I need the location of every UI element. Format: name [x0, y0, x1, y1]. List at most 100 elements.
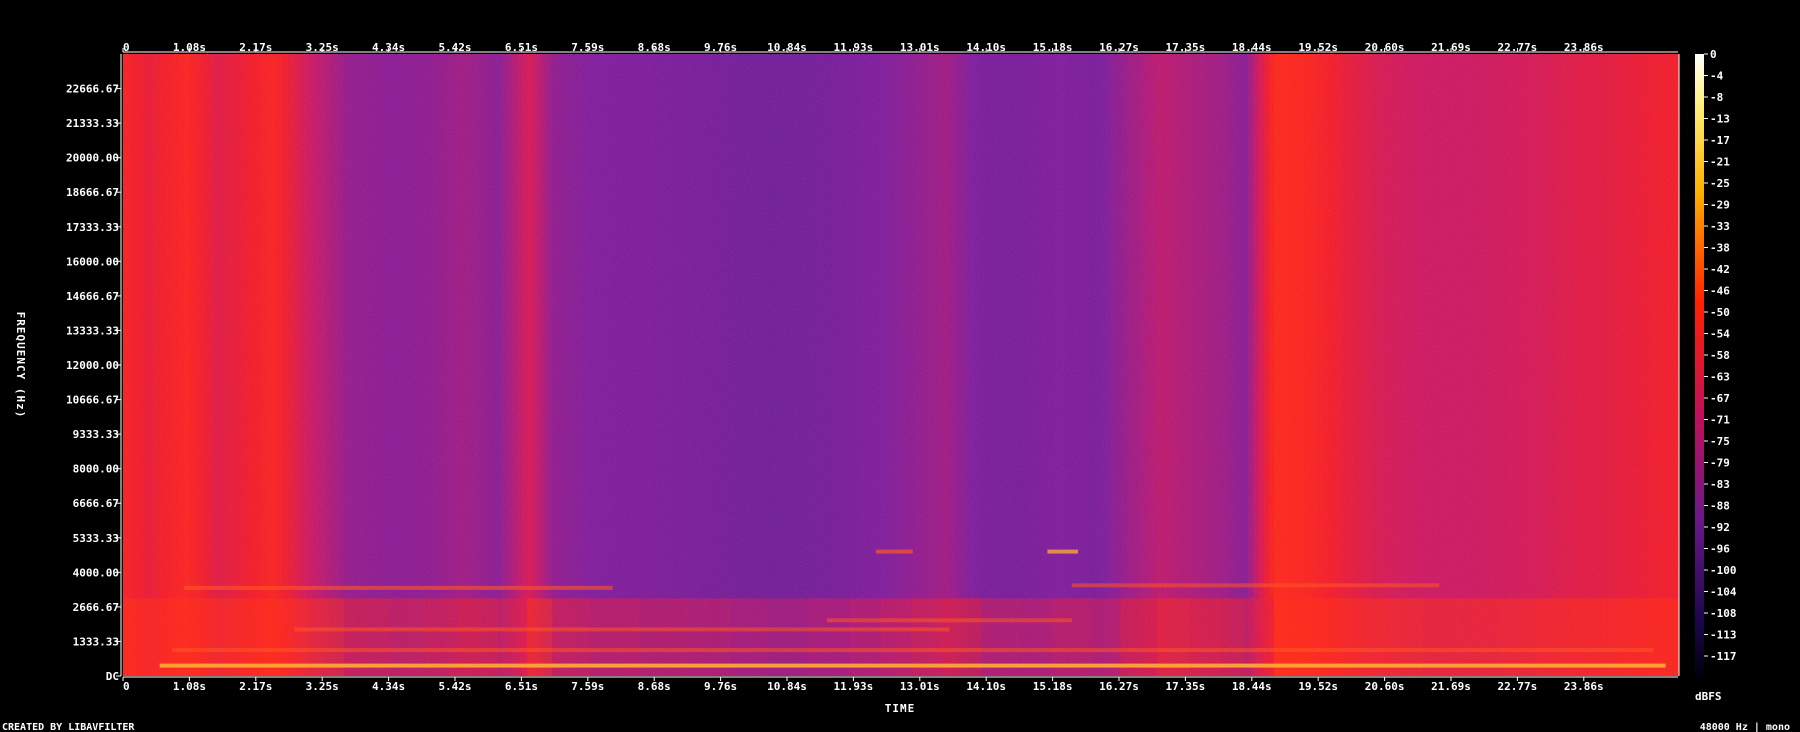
colorbar-tick-label: -42: [1710, 263, 1730, 276]
x-tick-label-top: 17.35s: [1166, 41, 1206, 54]
y-tick-label: 13333.33: [66, 324, 119, 337]
x-tick-label-bottom: 20.60s: [1365, 680, 1405, 693]
y-tick-label: 22666.67: [66, 83, 119, 96]
y-tick-label: 8000.00: [73, 463, 119, 476]
x-tick-label-bottom: 23.86s: [1564, 680, 1604, 693]
colorbar-tick-label: -100: [1710, 564, 1737, 577]
colorbar-tick-label: -71: [1710, 414, 1730, 427]
y-tick-labels: DC 1333.33 2666.67 4000.00 5333.33 6666.67 800…: [66, 83, 121, 683]
colorbar-tick-label: -104: [1710, 586, 1737, 599]
colorbar-tick-label: -92: [1710, 521, 1730, 534]
colorbar-label: dBFS: [1695, 690, 1722, 703]
colorbar-tick-label: -38: [1710, 242, 1730, 255]
x-tick-label-bottom: 9.76s: [704, 680, 737, 693]
x-tick-label-top: 5.42s: [438, 41, 471, 54]
y-tick-label: 10666.67: [66, 394, 119, 407]
colorbar-tick-label: -13: [1710, 113, 1730, 126]
colorbar: [1695, 54, 1704, 676]
colorbar-tick-label: -46: [1710, 285, 1730, 298]
x-tick-label-top: 2.17s: [239, 41, 272, 54]
y-tick-label: 6666.67: [73, 497, 119, 510]
x-tick-label-bottom: 3.25s: [306, 680, 339, 693]
y-tick-label: 4000.00: [73, 566, 119, 579]
x-tick-label-bottom: 21.69s: [1431, 680, 1471, 693]
y-tick-label: 9333.33: [73, 428, 119, 441]
x-tick-label-bottom: 13.01s: [900, 680, 940, 693]
x-tick-label-bottom: 2.17s: [239, 680, 272, 693]
x-tick-label-top: 19.52s: [1298, 41, 1338, 54]
y-tick-label: 2666.67: [73, 601, 119, 614]
x-tick-label-bottom: 6.51s: [505, 680, 538, 693]
y-tick-label: 21333.33: [66, 117, 119, 130]
colorbar-tick-label: -54: [1710, 328, 1730, 341]
x-tick-label-bottom: 15.18s: [1033, 680, 1073, 693]
spectrogram-figure: 0 1.08s 2.17s 3.25s 4.34s 5.42s 6.51s 7.59s 8.68…: [2, 41, 1790, 732]
x-tick-label-top: 23.86s: [1564, 41, 1604, 54]
x-tick-label-bottom: 0: [123, 680, 130, 693]
x-tick-label-top: 3.25s: [306, 41, 339, 54]
x-tick-label-top: 8.68s: [638, 41, 671, 54]
y-tick-label: DC: [106, 670, 119, 683]
colorbar-tick-label: -21: [1710, 156, 1730, 169]
x-tick-label-top: 1.08s: [173, 41, 206, 54]
x-tick-label-bottom: 8.68s: [638, 680, 671, 693]
colorbar-tick-label: 0: [1710, 48, 1717, 61]
colorbar-tick-label: -50: [1710, 306, 1730, 319]
x-tick-label-top: 15.18s: [1033, 41, 1073, 54]
colorbar-tick-label: -17: [1710, 134, 1730, 147]
colorbar-tick-label: -96: [1710, 543, 1730, 556]
x-tick-label-bottom: 22.77s: [1498, 680, 1538, 693]
colorbar-tick-label: -83: [1710, 478, 1730, 491]
x-tick-label-bottom: 1.08s: [173, 680, 206, 693]
x-tick-label-top: 7.59s: [571, 41, 604, 54]
noise-texture: [123, 54, 1678, 676]
x-tick-label-top: 21.69s: [1431, 41, 1471, 54]
y-axis-label: FREQUENCY (Hz): [14, 312, 27, 419]
x-tick-label-top: 10.84s: [767, 41, 807, 54]
x-tick-label-top: 22.77s: [1498, 41, 1538, 54]
colorbar-tick-label: -88: [1710, 500, 1730, 513]
colorbar-tick-label: -75: [1710, 435, 1730, 448]
colorbar-tick-label: -29: [1710, 199, 1730, 212]
x-tick-label-bottom: 18.44s: [1232, 680, 1272, 693]
x-tick-label-bottom: 16.27s: [1099, 680, 1139, 693]
colorbar-tick-label: -117: [1710, 650, 1737, 663]
x-tick-label-bottom: 5.42s: [438, 680, 471, 693]
colorbar-tick-label: -113: [1710, 629, 1737, 642]
x-tick-label-top: 14.10s: [966, 41, 1006, 54]
colorbar-tick-label: -79: [1710, 457, 1730, 470]
y-tick-label: 14666.67: [66, 290, 119, 303]
colorbar-tick-label: -58: [1710, 349, 1730, 362]
x-tick-label-bottom: 10.84s: [767, 680, 807, 693]
y-tick-label: 12000.00: [66, 359, 119, 372]
x-tick-label-bottom: 14.10s: [966, 680, 1006, 693]
colorbar-tick-label: -4: [1710, 70, 1724, 83]
colorbar-tick-label: -63: [1710, 371, 1730, 384]
x-tick-label-bottom: 7.59s: [571, 680, 604, 693]
x-tick-label-top: 4.34s: [372, 41, 405, 54]
y-tick-label: 1333.33: [73, 635, 119, 648]
x-tick-label-top: 16.27s: [1099, 41, 1139, 54]
x-tick-label-top: 13.01s: [900, 41, 940, 54]
x-tick-label-top: 6.51s: [505, 41, 538, 54]
x-axis-label: TIME: [885, 702, 916, 715]
x-tick-labels-bottom: 0 1.08s 2.17s 3.25s 4.34s 5.42s 6.51s 7.59s 8.68…: [122, 677, 1604, 693]
y-tick-label: 20000.00: [66, 152, 119, 165]
y-tick-label: 17333.33: [66, 221, 119, 234]
colorbar-tick-label: -8: [1710, 91, 1723, 104]
colorbar-tick-label: -108: [1710, 607, 1737, 620]
y-tick-label: 18666.67: [66, 186, 119, 199]
colorbar-tick-label: -67: [1710, 392, 1730, 405]
footer-format: 48000 Hz | mono: [1700, 722, 1790, 732]
x-tick-label-bottom: 19.52s: [1298, 680, 1338, 693]
x-tick-label-top: 18.44s: [1232, 41, 1272, 54]
x-tick-label-top: 20.60s: [1365, 41, 1405, 54]
x-tick-label-bottom: 4.34s: [372, 680, 405, 693]
x-tick-label-bottom: 17.35s: [1166, 680, 1206, 693]
y-tick-label: 5333.33: [73, 532, 119, 545]
x-tick-label-bottom: 11.93s: [834, 680, 874, 693]
x-tick-label-top: 11.93s: [834, 41, 874, 54]
x-tick-label-top: 0: [123, 41, 130, 54]
y-tick-label: 16000.00: [66, 255, 119, 268]
footer-credit: CREATED BY LIBAVFILTER: [2, 722, 135, 732]
